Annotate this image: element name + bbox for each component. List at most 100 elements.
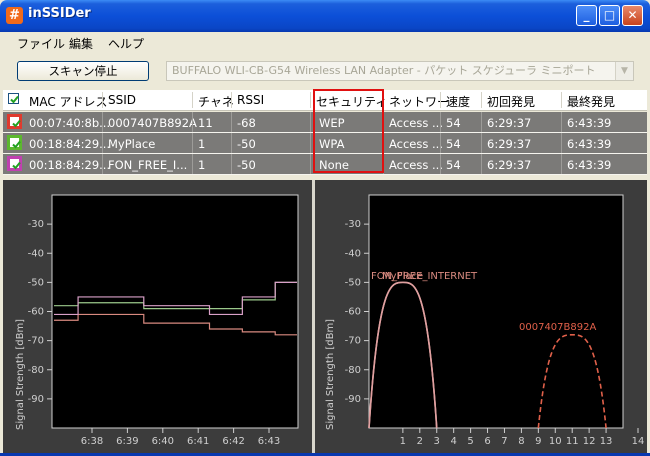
title-bar[interactable]: # inSSIDer _ □ ✕ (0, 0, 650, 32)
mac-cell: 00:18:84:29... (29, 137, 111, 151)
column-rssi[interactable]: RSSI (237, 93, 264, 107)
speed-cell: 54 (446, 116, 461, 130)
column-divider[interactable] (192, 92, 193, 108)
mac-cell: 00:18:84:29... (29, 158, 111, 172)
y-tick-label: -30 (345, 219, 361, 230)
chevron-down-icon[interactable]: ▼ (615, 62, 633, 80)
x-tick-label: 9 (535, 436, 541, 447)
column-divider[interactable] (102, 92, 103, 108)
y-tick-label: -60 (28, 307, 44, 318)
first-seen-cell: 6:29:37 (487, 158, 532, 172)
y-tick-label: -40 (28, 248, 44, 259)
x-tick-label: 12 (583, 436, 596, 447)
y-tick-label: -50 (28, 277, 44, 288)
maximize-button[interactable]: □ (599, 5, 620, 26)
column-divider (440, 154, 441, 174)
column-divider (102, 112, 103, 132)
mac-cell: 00:07:40:8b... (29, 116, 111, 130)
menu-bar: ファイル 編集 ヘルプ (0, 32, 650, 52)
column-divider (231, 154, 232, 174)
column-ssid[interactable]: SSID (108, 93, 136, 107)
time-graph: Signal Strength [dBm] -30 -40 -50 -60 -70 -80… (15, 194, 299, 447)
x-tick-label: 6:42 (222, 436, 244, 447)
column-divider[interactable] (231, 92, 232, 108)
network-label-myplace: MyPlace (382, 271, 423, 282)
check-icon (12, 140, 21, 149)
speed-cell: 54 (446, 158, 461, 172)
ssid-cell: FON_FREE_I... (108, 158, 188, 172)
x-tick-label: 6:41 (187, 436, 209, 447)
column-divider (192, 133, 193, 153)
column-divider[interactable] (481, 92, 482, 108)
network-type-cell: Access ... (389, 137, 443, 151)
x-tick-label: 7 (501, 436, 507, 447)
column-divider (440, 133, 441, 153)
column-divider (481, 154, 482, 174)
minimize-button[interactable]: _ (576, 5, 597, 26)
app-window: # inSSIDer _ □ ✕ ファイル 編集 ヘルプ スキャン停止 BUFF… (0, 0, 650, 456)
column-last-seen[interactable]: 最終発見 (567, 93, 615, 110)
time-graph-plot-area (51, 194, 299, 429)
y-tick-label: -40 (345, 248, 361, 259)
rssi-cell: -50 (237, 158, 256, 172)
menu-file[interactable]: ファイル (17, 35, 65, 52)
column-divider (310, 112, 311, 132)
column-divider[interactable] (561, 92, 562, 108)
x-tick-label: 6:40 (152, 436, 174, 447)
column-divider (440, 112, 441, 132)
column-channel[interactable]: チャネ (198, 93, 234, 110)
close-button[interactable]: ✕ (622, 5, 643, 26)
y-tick-label: -90 (345, 394, 361, 405)
x-tick-label: 5 (467, 436, 473, 447)
row-checkbox[interactable] (7, 156, 22, 171)
y-tick-label: -60 (345, 307, 361, 318)
x-tick-label: 2 (417, 436, 423, 447)
column-divider (561, 112, 562, 132)
x-tick-label: 11 (566, 436, 579, 447)
column-divider (561, 133, 562, 153)
rssi-cell: -68 (237, 116, 256, 130)
row-checkbox[interactable] (7, 135, 22, 150)
x-tick-label: 6:38 (81, 436, 103, 447)
row-checkbox[interactable] (7, 114, 22, 129)
x-tick-label: 1 (400, 436, 406, 447)
network-type-cell: Access ... (389, 116, 443, 130)
adapter-value: BUFFALO WLI-CB-G54 Wireless LAN Adapter … (172, 64, 596, 77)
last-seen-cell: 6:43:39 (567, 116, 612, 130)
channel-graph-plot-area (368, 194, 624, 429)
column-divider[interactable] (310, 92, 311, 108)
y-tick-label: -50 (345, 277, 361, 288)
last-seen-cell: 6:43:39 (567, 137, 612, 151)
first-seen-cell: 6:29:37 (487, 116, 532, 130)
column-mac[interactable]: MAC アドレス (29, 93, 108, 110)
channel-cell: 1 (198, 158, 206, 172)
menu-help[interactable]: ヘルプ (108, 35, 144, 52)
y-tick-label: -70 (345, 336, 361, 347)
column-divider (102, 154, 103, 174)
x-tick-label: 4 (450, 436, 456, 447)
adapter-select[interactable]: BUFFALO WLI-CB-G54 Wireless LAN Adapter … (166, 61, 634, 81)
column-divider[interactable] (440, 92, 441, 108)
time-graph-ylabel: Signal Strength [dBm] (15, 319, 26, 430)
network-type-cell: Access ... (389, 158, 443, 172)
y-tick-label: -80 (28, 365, 44, 376)
y-tick-label: -80 (345, 365, 361, 376)
x-tick-label: 10 (549, 436, 562, 447)
scan-stop-button[interactable]: スキャン停止 (17, 61, 149, 81)
menu-edit[interactable]: 編集 (69, 35, 93, 52)
column-speed[interactable]: 速度 (446, 93, 470, 110)
column-first-seen[interactable]: 初回発見 (487, 93, 535, 110)
select-all-checkbox[interactable] (8, 93, 19, 104)
column-divider (561, 154, 562, 174)
x-tick-label: 14 (632, 436, 645, 447)
column-divider (192, 112, 193, 132)
column-divider (310, 154, 311, 174)
y-tick-label: -30 (28, 219, 44, 230)
column-divider (231, 133, 232, 153)
network-label-0007407b892a: 0007407B892A (519, 322, 596, 333)
security-column-highlight (313, 89, 384, 173)
inssider-logo-icon: # (6, 7, 23, 24)
y-tick-label: -70 (28, 336, 44, 347)
check-icon (12, 161, 21, 170)
column-divider (310, 133, 311, 153)
